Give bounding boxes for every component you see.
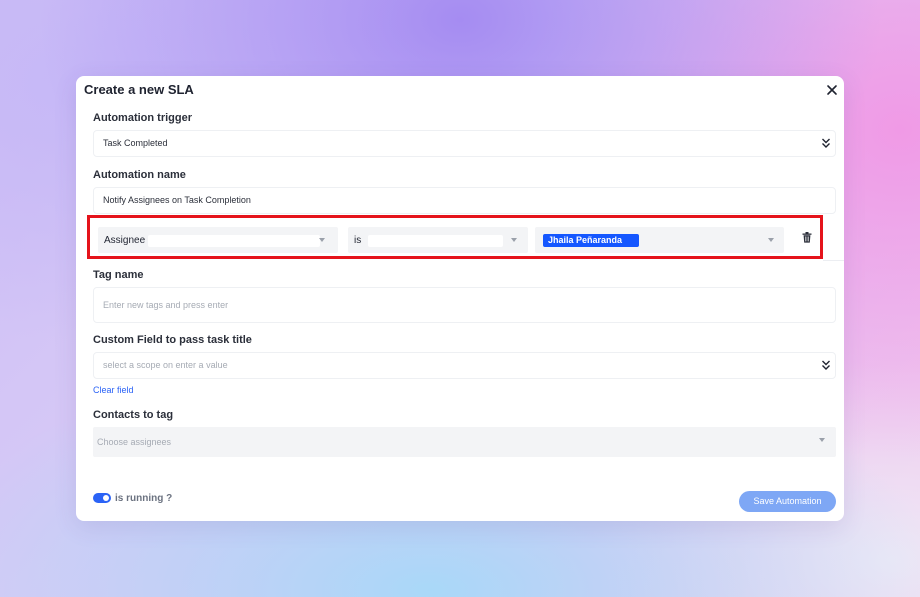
double-chevron-down-icon	[822, 138, 830, 148]
tag-name-label: Tag name	[93, 269, 144, 281]
running-toggle[interactable]	[93, 493, 111, 503]
caret-down-icon	[319, 238, 325, 242]
trigger-select[interactable]: Task Completed	[93, 130, 836, 157]
condition-field-value: Assignee	[104, 235, 146, 246]
tag-name-input[interactable]: Enter new tags and press enter	[93, 287, 836, 323]
condition-operator-value: is	[354, 235, 362, 246]
condition-value-select[interactable]: Jhaila Peñaranda	[535, 227, 784, 253]
assignee-chip[interactable]: Jhaila Peñaranda	[543, 234, 639, 247]
close-icon[interactable]	[826, 84, 838, 96]
condition-field-select[interactable]: Assignee	[98, 227, 338, 253]
caret-down-icon	[819, 438, 825, 442]
caret-down-icon	[511, 238, 517, 242]
custom-field-placeholder: select a scope on enter a value	[103, 360, 228, 370]
condition-row: Assignee is Jhaila Peñaranda	[87, 215, 823, 259]
trigger-label: Automation trigger	[93, 112, 192, 124]
row-divider	[823, 260, 844, 261]
field-input-track	[148, 235, 320, 247]
clear-field-link[interactable]: Clear field	[93, 385, 134, 395]
automation-name-input[interactable]: Notify Assignees on Task Completion	[93, 187, 836, 214]
trash-icon[interactable]	[802, 232, 812, 243]
save-automation-button[interactable]: Save Automation	[739, 491, 836, 512]
create-sla-modal: Create a new SLA Automation trigger Task…	[76, 76, 844, 521]
contacts-select[interactable]: Choose assignees	[93, 427, 836, 457]
trigger-value: Task Completed	[103, 138, 168, 148]
condition-operator-select[interactable]: is	[348, 227, 528, 253]
contacts-placeholder: Choose assignees	[97, 437, 172, 447]
modal-title: Create a new SLA	[84, 82, 194, 97]
caret-down-icon	[768, 238, 774, 242]
automation-name-label: Automation name	[93, 169, 186, 181]
tag-name-placeholder: Enter new tags and press enter	[103, 300, 229, 310]
operator-input-track	[368, 235, 503, 247]
custom-field-label: Custom Field to pass task title	[93, 334, 252, 346]
custom-field-select[interactable]: select a scope on enter a value	[93, 352, 836, 379]
automation-name-value: Notify Assignees on Task Completion	[103, 195, 251, 205]
contacts-label: Contacts to tag	[93, 409, 174, 421]
double-chevron-down-icon	[822, 360, 830, 370]
running-toggle-label: is running ?	[115, 493, 173, 504]
